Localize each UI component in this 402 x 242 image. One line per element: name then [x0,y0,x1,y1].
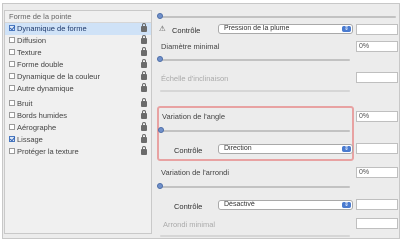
control-select-direction[interactable]: Direction ⇕ [218,144,353,154]
lock-icon[interactable] [141,71,147,80]
dropdown-arrows-icon: ⇕ [342,202,351,208]
select-value: Désactivé [224,201,255,208]
lock-icon[interactable] [141,146,147,155]
roundness-jitter-slider-thumb[interactable] [157,183,163,189]
lock-icon[interactable] [141,134,147,143]
sidebar-item-airbrush[interactable]: Aérographe [5,122,151,134]
checkbox[interactable] [9,100,15,107]
warning-icon: ⚠ [159,24,166,33]
sidebar-item-label: Lissage [17,135,43,144]
diameter-min-label: Diamètre minimal [161,42,220,51]
checkbox[interactable] [9,85,15,92]
size-jitter-slider-thumb[interactable] [157,13,163,19]
lock-icon[interactable] [141,47,147,56]
select-value: Pression de la plume [224,25,290,32]
angle-jitter-label: Variation de l'angle [162,112,226,121]
sidebar-item-wet-edges[interactable]: Bords humides [5,110,151,122]
checkbox[interactable] [9,112,15,119]
angle-control-value[interactable] [356,143,398,154]
roundness-jitter-value[interactable]: 0% [356,167,398,178]
angle-jitter-slider-thumb[interactable] [158,127,164,133]
checkbox[interactable] [9,49,15,56]
checkbox[interactable] [9,37,15,44]
angle-jitter-slider-track[interactable] [160,130,350,132]
sidebar-item-label: Diffusion [17,36,47,45]
sidebar-item-texture[interactable]: Texture [5,47,151,59]
brush-options-sidebar: Forme de la pointe Dynamique de forme Di… [4,10,152,234]
sidebar-item-noise[interactable]: Bruit [5,98,151,110]
select-value: Direction [224,145,252,152]
sidebar-item-other-dynamics[interactable]: Autre dynamique [5,83,151,95]
dropdown-arrows-icon: ⇕ [342,26,351,32]
control-label: Contrôle [172,26,201,35]
sidebar-item-shape-dynamics[interactable]: Dynamique de forme [5,23,151,35]
diameter-min-slider-track[interactable] [160,59,350,61]
dropdown-arrows-icon: ⇕ [342,146,351,152]
sidebar-item-label: Bruit [17,99,33,108]
sidebar-item-label: Autre dynamique [17,84,74,93]
checkbox[interactable] [9,148,15,155]
sidebar-item-label: Texture [17,48,42,57]
checkbox-checked[interactable] [9,25,15,32]
roundness-min-value[interactable] [356,218,398,229]
checkbox-checked[interactable] [9,136,15,143]
checkbox[interactable] [9,73,15,80]
sidebar-item-smoothing[interactable]: Lissage [5,134,151,146]
tilt-scale-value[interactable] [356,72,398,83]
sidebar-item-label: Dynamique de forme [17,24,87,33]
sidebar-item-label: Protéger la texture [17,147,79,156]
sidebar-header[interactable]: Forme de la pointe [5,11,151,23]
sidebar-item-label: Aérographe [17,123,57,132]
roundness-min-slider-track[interactable] [160,235,350,237]
sidebar-item-color-dynamics[interactable]: Dynamique de la couleur [5,71,151,83]
tilt-scale-label: Échelle d'inclinaison [161,74,229,83]
lock-icon[interactable] [141,83,147,92]
angle-jitter-value[interactable]: 0% [356,111,398,122]
control-label: Contrôle [174,202,203,211]
roundness-jitter-label: Variation de l'arrondi [161,168,229,177]
sidebar-item-label: Dynamique de la couleur [17,72,100,81]
sidebar-item-label: Bords humides [17,111,68,120]
checkbox[interactable] [9,124,15,131]
diameter-min-slider-thumb[interactable] [157,56,163,62]
tilt-scale-slider-track[interactable] [160,90,350,92]
lock-icon[interactable] [141,110,147,119]
sidebar-item-scattering[interactable]: Diffusion [5,35,151,47]
lock-icon[interactable] [141,35,147,44]
roundness-jitter-slider-track[interactable] [160,186,350,188]
lock-icon[interactable] [141,23,147,32]
sidebar-item-label: Forme double [17,60,64,69]
lock-icon[interactable] [141,59,147,68]
size-jitter-slider-track[interactable] [160,16,396,18]
roundness-min-label: Arrondi minimal [163,220,216,229]
control-select-off[interactable]: Désactivé ⇕ [218,200,353,210]
roundness-control-value[interactable] [356,199,398,210]
control-label: Contrôle [174,146,203,155]
lock-icon[interactable] [141,122,147,131]
control-select-pressure[interactable]: Pression de la plume ⇕ [218,24,353,34]
sidebar-item-protect-texture[interactable]: Protéger la texture [5,146,151,158]
size-jitter-value[interactable] [356,24,398,35]
diameter-min-value[interactable]: 0% [356,41,398,52]
sidebar-item-dual-brush[interactable]: Forme double [5,59,151,71]
lock-icon[interactable] [141,98,147,107]
checkbox[interactable] [9,61,15,68]
